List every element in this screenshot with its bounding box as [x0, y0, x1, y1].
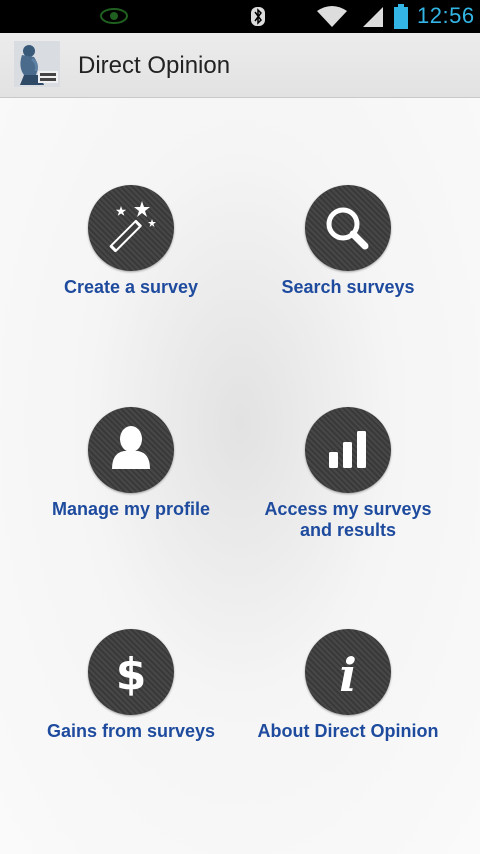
battery-icon: [394, 4, 408, 29]
manage-profile-label: Manage my profile: [51, 499, 211, 519]
magic-wand-icon: [109, 201, 156, 253]
access-surveys-button[interactable]: [305, 407, 391, 493]
action-bar: Direct Opinion: [0, 33, 480, 98]
create-survey-tile[interactable]: Create a survey: [21, 185, 241, 298]
user-icon: [112, 426, 150, 469]
eye-icon: [100, 8, 128, 24]
gains-button[interactable]: $: [88, 629, 174, 715]
gains-tile[interactable]: $ Gains from surveys: [21, 629, 241, 742]
gains-label: Gains from surveys: [46, 721, 216, 741]
access-surveys-label-line1: Access my surveys: [264, 499, 432, 519]
clock: 12:56: [417, 3, 475, 28]
access-surveys-label-line2: and results: [299, 520, 397, 540]
search-icon: [326, 207, 369, 250]
search-surveys-tile[interactable]: Search surveys: [238, 185, 458, 298]
create-survey-button[interactable]: [88, 185, 174, 271]
dollar-icon: $: [116, 649, 147, 700]
access-surveys-tile[interactable]: Access my surveys and results: [238, 407, 458, 541]
status-bar: 12:56: [0, 0, 480, 33]
manage-profile-button[interactable]: [88, 407, 174, 493]
about-button[interactable]: i: [305, 629, 391, 715]
access-surveys-label: Access my surveys and results: [238, 499, 458, 541]
bar-chart-icon: [329, 431, 366, 468]
svg-text:i: i: [339, 648, 356, 702]
create-survey-label: Create a survey: [63, 277, 199, 297]
search-surveys-button[interactable]: [305, 185, 391, 271]
info-icon: i: [339, 648, 356, 702]
thinker-statue-logo[interactable]: [14, 41, 60, 87]
signal-icon: [363, 7, 383, 27]
manage-profile-tile[interactable]: Manage my profile: [21, 407, 241, 520]
main-menu-grid: Create a survey Search surveys Manage my…: [0, 98, 480, 854]
app-title: Direct Opinion: [78, 52, 231, 79]
svg-text:$: $: [116, 649, 147, 700]
about-tile[interactable]: i About Direct Opinion: [238, 629, 458, 742]
about-label: About Direct Opinion: [257, 721, 439, 741]
bluetooth-icon: [251, 7, 265, 26]
wifi-icon: [317, 6, 347, 27]
search-surveys-label: Search surveys: [281, 277, 415, 297]
